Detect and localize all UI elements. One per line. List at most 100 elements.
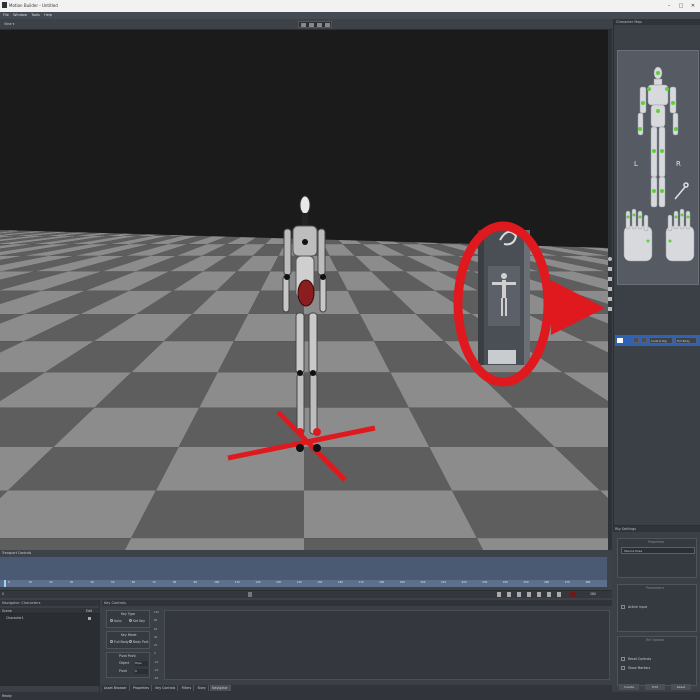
viewer-toolbar: View ▾: [0, 19, 612, 30]
ruler-tick-label: 30: [69, 581, 74, 584]
body-part-radio[interactable]: [129, 640, 132, 643]
character-panel-title: Character Map: [614, 19, 700, 25]
ruler-tick-label: 60: [131, 581, 136, 584]
key-mode-title: Key Mode: [121, 633, 137, 637]
floor-tile: [476, 538, 608, 550]
reset-button[interactable]: Reset: [671, 684, 691, 690]
nav-item-edit-icon[interactable]: [88, 617, 91, 620]
stance-dropdown[interactable]: Stance Pose: [621, 547, 695, 554]
record-icon[interactable]: [570, 592, 576, 597]
ruler-tick-label: 110: [234, 581, 240, 584]
ruler-tick-label: 40: [90, 581, 94, 584]
control-rig-dropdown[interactable]: Control Rig: [649, 337, 673, 344]
menu-tools[interactable]: Tools: [31, 13, 40, 17]
tab-filters[interactable]: Filters: [180, 685, 195, 691]
floor-tile: [304, 490, 477, 539]
floor-tile: [104, 538, 304, 550]
key-type-group: Key Type Auto Set Key: [106, 610, 150, 628]
pivot-field[interactable]: 0: [135, 669, 148, 674]
key-controls-title: Key Controls: [102, 600, 612, 606]
stop-icon[interactable]: [537, 592, 541, 597]
character-map[interactable]: L R: [617, 50, 699, 285]
globe-icon[interactable]: [608, 257, 612, 261]
set-key-radio[interactable]: [129, 619, 132, 622]
end-frame[interactable]: 280: [590, 592, 596, 596]
ruler-tick-label: 80: [172, 581, 177, 584]
viewport-side-toolbar: [608, 30, 612, 550]
window-title: Motion Builder - Untitled: [9, 3, 58, 8]
light-icon[interactable]: [608, 277, 612, 281]
graph-y-tick: 80: [154, 619, 158, 623]
character-control-row[interactable]: Control Rig Full Body: [615, 335, 700, 346]
go-start-icon[interactable]: [497, 592, 501, 597]
tab-asset-browser[interactable]: Asset Browser: [102, 685, 130, 691]
curve-graph-area[interactable]: [164, 610, 610, 680]
floor-tile: [131, 490, 304, 539]
play-reverse-icon[interactable]: [517, 592, 521, 597]
menu-file[interactable]: File: [3, 13, 9, 17]
3d-viewport[interactable]: [0, 30, 608, 550]
set-key-label: Set Key: [133, 619, 146, 623]
ruler-tick-label: 130: [276, 581, 282, 584]
graph-y-tick: 100: [154, 611, 159, 614]
auto-radio[interactable]: [110, 619, 113, 622]
bottom-tabs: Asset Browser Properties Key Controls Fi…: [102, 685, 612, 692]
menu-window[interactable]: Window: [13, 13, 27, 17]
body-select-dropdown[interactable]: Full Body: [675, 337, 697, 344]
play-icon[interactable]: [527, 592, 531, 597]
nav-column-scene: Scene: [2, 609, 12, 613]
pivot-group: Pivot Point Object Hips Pivot 0: [106, 652, 150, 678]
object-label: Object: [119, 661, 130, 665]
tab-key-controls[interactable]: Key Controls: [153, 685, 179, 691]
navigator-list[interactable]: Character1: [0, 614, 100, 686]
show-markers-checkbox[interactable]: [621, 666, 625, 670]
edit-button[interactable]: Edit: [645, 684, 665, 690]
pivot-title: Pivot Point: [119, 654, 136, 658]
create-button[interactable]: Create: [619, 684, 639, 690]
close-button[interactable]: ✕: [690, 3, 696, 9]
full-body-radio[interactable]: [110, 640, 113, 643]
visibility-toggle[interactable]: [641, 337, 647, 343]
perspective-icon[interactable]: [301, 23, 306, 27]
bottom-area: Navigator: Characters Scene Edit Charact…: [0, 600, 612, 692]
tab-navigator[interactable]: Navigator: [210, 685, 231, 691]
lock-toggle[interactable]: [633, 337, 639, 343]
settings-icon[interactable]: [608, 307, 612, 311]
tab-properties[interactable]: Properties: [131, 685, 153, 691]
nav-item-character[interactable]: Character1: [6, 616, 24, 620]
timeline-scroll-handle[interactable]: [248, 592, 252, 597]
ruler-tick-label: 190: [399, 581, 405, 584]
graph-y-tick: 40: [154, 635, 158, 639]
front-view-icon[interactable]: [325, 23, 330, 27]
ruler-tick-label: 230: [482, 581, 488, 584]
character-icon[interactable]: [608, 287, 612, 291]
top-view-icon[interactable]: [309, 23, 314, 27]
ruler-tick-label: 140: [296, 581, 302, 584]
menu-help[interactable]: Help: [44, 13, 52, 17]
reset-controls-checkbox[interactable]: [621, 657, 625, 661]
side-view-icon[interactable]: [317, 23, 322, 27]
step-forward-icon[interactable]: [547, 592, 551, 597]
marker-icon[interactable]: [608, 297, 612, 301]
floor-tile: [199, 372, 304, 408]
ruler-tick-label: 20: [49, 581, 53, 584]
go-end-icon[interactable]: [557, 592, 561, 597]
properties-group: Properties Stance Pose: [617, 538, 697, 578]
step-back-icon[interactable]: [507, 592, 511, 597]
key-type-title: Key Type: [121, 612, 136, 616]
timeline-ruler[interactable]: 0 10 20 30 40 50 60 70 80 90 100 110 120 130 140 150 160…: [0, 580, 607, 587]
object-field[interactable]: Hips: [135, 661, 148, 666]
ruler-tick-label: 160: [337, 581, 343, 584]
current-frame[interactable]: 0: [2, 592, 4, 596]
ruler-tick-label: 210: [441, 581, 446, 584]
status-bar: Ready: [0, 692, 700, 700]
ref-options-group: Ref Options Reset Controls Show Markers: [617, 636, 697, 686]
minimize-button[interactable]: –: [666, 3, 672, 9]
active-input-checkbox[interactable]: [621, 605, 625, 609]
view-dropdown[interactable]: View ▾: [4, 22, 14, 26]
tab-story[interactable]: Story: [195, 685, 209, 691]
viewport-scene: [0, 30, 608, 550]
graph-y-tick: -20: [154, 660, 159, 664]
maximize-button[interactable]: □: [678, 3, 684, 9]
camera-icon[interactable]: [608, 267, 612, 271]
